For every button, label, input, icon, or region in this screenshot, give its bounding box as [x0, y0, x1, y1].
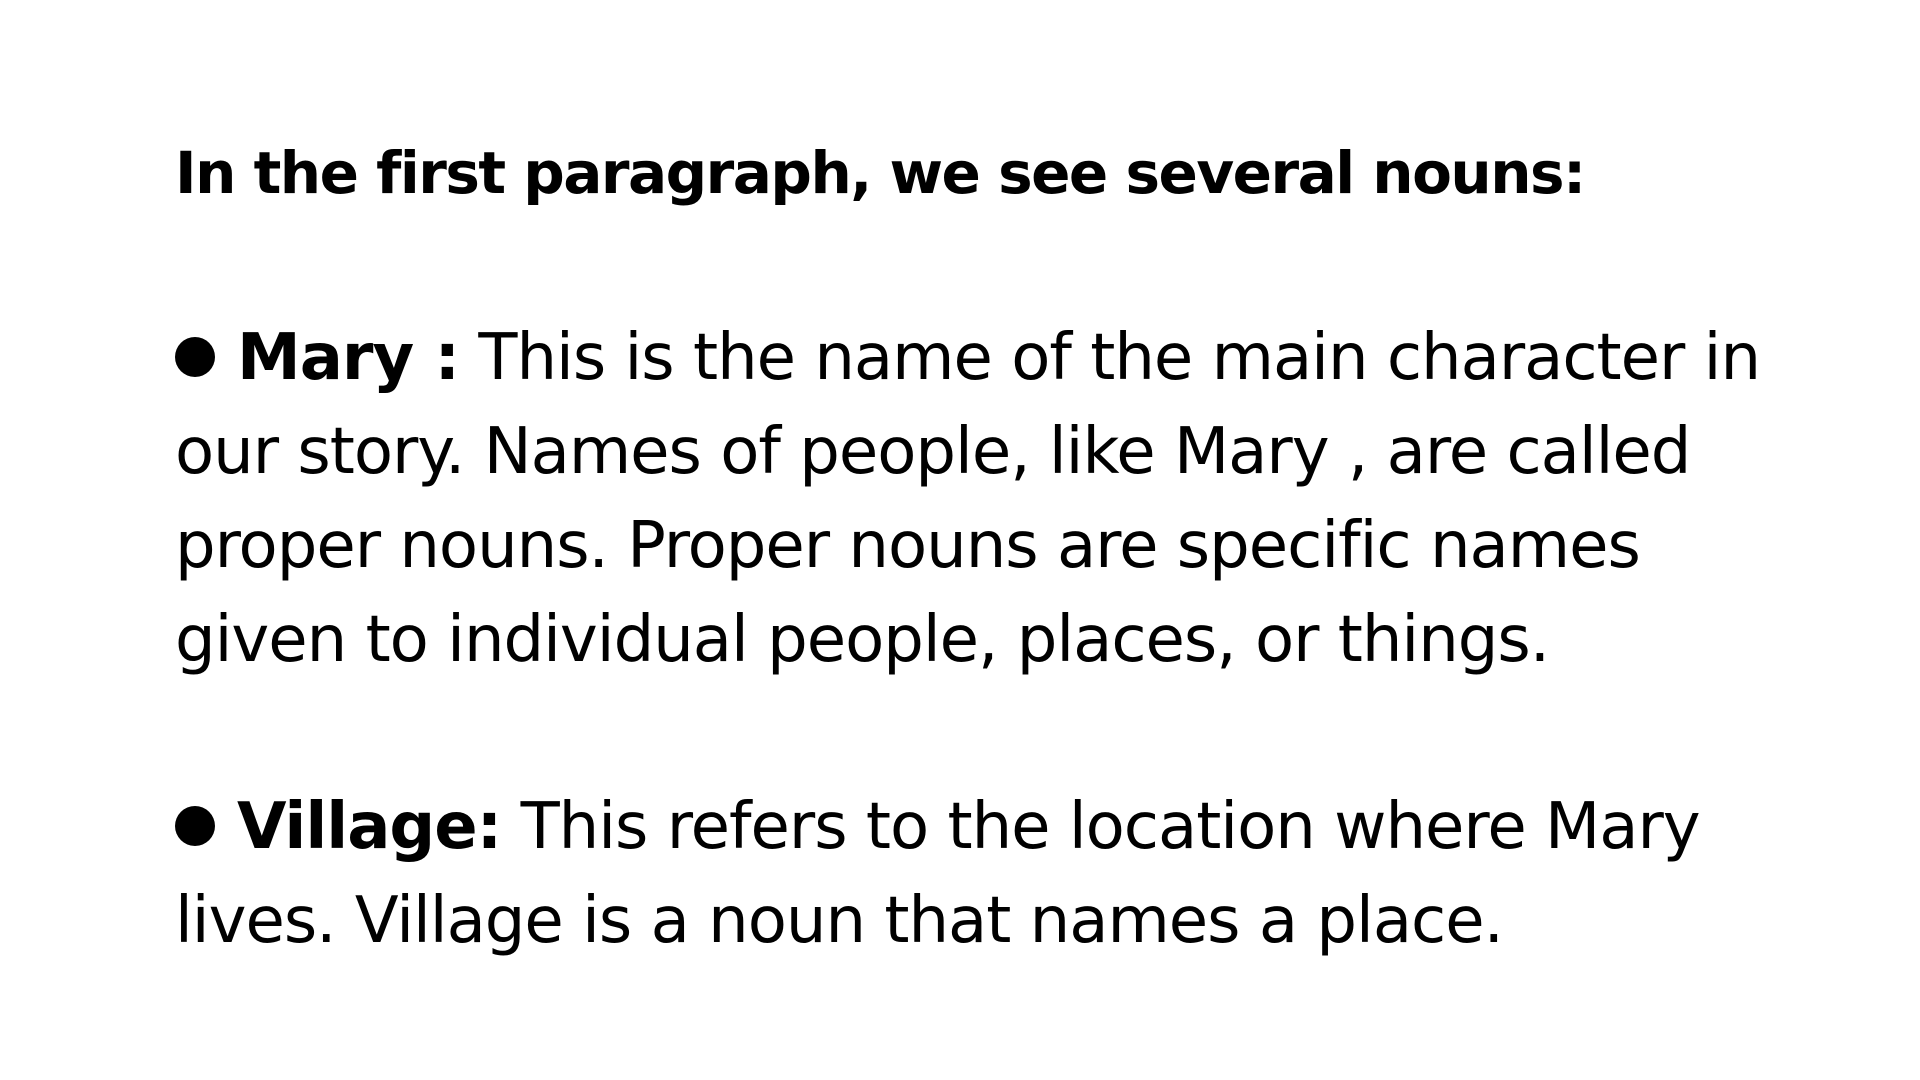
- slide-content: In the first paragraph, we see several n…: [175, 130, 1795, 968]
- slide-heading: In the first paragraph, we see several n…: [175, 139, 1586, 207]
- bullet-dot-icon: [175, 337, 215, 377]
- bullet-dot-icon: [175, 806, 215, 846]
- bullet-term: Mary :: [237, 321, 460, 395]
- bullet-item-mary: Mary : This is the name of the main char…: [175, 311, 1795, 687]
- bullet-term: Village:: [237, 790, 502, 864]
- bullet-item-village: Village: This refers to the location whe…: [175, 780, 1795, 968]
